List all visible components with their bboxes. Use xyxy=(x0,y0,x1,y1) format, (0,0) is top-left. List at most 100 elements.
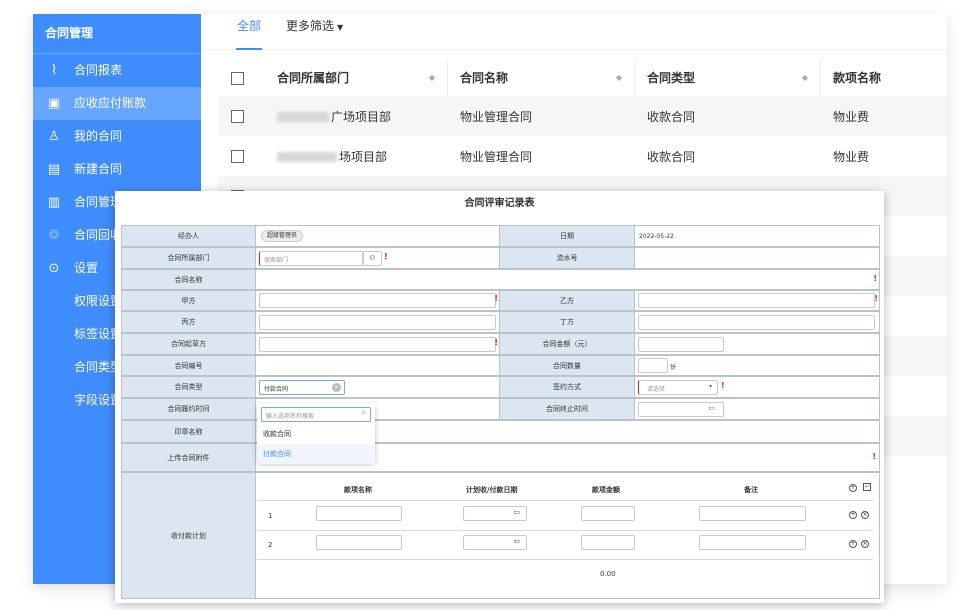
party-d-input[interactable] xyxy=(638,315,875,330)
select-all-checkbox[interactable] xyxy=(231,71,244,85)
redacted-text xyxy=(277,152,337,162)
plan-header-date: 计划收/付款日期 xyxy=(466,486,518,494)
plan-date-input[interactable]: ▭ xyxy=(463,535,527,550)
plan-item-input[interactable] xyxy=(316,535,402,550)
label-serial: 流水号 xyxy=(499,247,635,269)
plan-item-input[interactable] xyxy=(316,506,402,521)
sign-placeholder: 请选择 xyxy=(647,386,666,393)
plan-note-input[interactable] xyxy=(699,535,806,550)
label-attach: 上传合同附件 xyxy=(121,443,256,472)
label-quantity: 合同数量 xyxy=(499,355,635,376)
required-mark: ! xyxy=(874,294,878,303)
add-row-icon[interactable]: + xyxy=(849,483,857,492)
option-search-placeholder: 输入选项名称搜索 xyxy=(266,413,315,420)
plan-row-index: 2 xyxy=(268,541,273,549)
row-checkbox[interactable] xyxy=(231,109,244,123)
sidebar-item-new-contract[interactable]: ▤ 新建合同 xyxy=(33,153,201,186)
import-icon[interactable]: ↵ xyxy=(863,483,871,491)
required-mark: ! xyxy=(721,381,725,390)
value-sign-cell: 请选择 ▾ ! xyxy=(634,376,880,398)
clear-icon[interactable]: × xyxy=(332,383,341,392)
dropdown-option-selected[interactable]: 付款合同 xyxy=(257,444,375,464)
quantity-input[interactable] xyxy=(638,358,668,373)
recycle-bin-icon: ♲ xyxy=(48,228,60,243)
sort-icon[interactable]: ◆ xyxy=(802,60,808,96)
sidebar-item-report[interactable]: ⌇ 合同报表 xyxy=(33,54,201,87)
label-period: 合同履约时间 xyxy=(121,398,256,420)
divider xyxy=(257,559,873,560)
party-c-input[interactable] xyxy=(259,315,496,330)
sign-select[interactable]: 请选择 ▾ xyxy=(638,380,718,395)
header-name[interactable]: 合同名称 ◆ xyxy=(448,60,635,96)
plan-date-input[interactable]: ▭ xyxy=(463,506,527,521)
org-chart-icon[interactable]: ⚇ xyxy=(363,251,382,266)
label-dept: 合同所属部门 xyxy=(121,247,256,269)
label-amount: 合同金额（元） xyxy=(499,333,635,355)
plan-amount-input[interactable] xyxy=(581,506,635,521)
dept-search-input[interactable]: 搜索部门 xyxy=(259,251,363,266)
row-dept: 广场项目部 xyxy=(262,108,448,125)
row-item: 物业费 xyxy=(833,149,870,164)
header-dept[interactable]: 合同所属部门 ◆ xyxy=(262,60,448,96)
calendar-icon[interactable]: ▭ xyxy=(513,537,520,545)
label-end: 合同终止时间 xyxy=(499,398,635,420)
header-type[interactable]: 合同类型 ◆ xyxy=(635,60,821,96)
calendar-icon[interactable]: ▭ xyxy=(708,404,715,412)
sidebar-item-label: 应收应付账款 xyxy=(74,96,147,110)
value-name-cell[interactable]: ! xyxy=(255,269,880,290)
header-item: 款项名称 xyxy=(821,60,881,96)
tab-all[interactable]: 全部 xyxy=(236,14,263,50)
caret-down-icon: ▼ xyxy=(337,22,344,32)
row-item: 物业费 xyxy=(833,109,870,124)
sidebar-title: 合同管理 xyxy=(33,14,201,54)
party-b-input[interactable] xyxy=(638,293,875,308)
label-date: 日期 xyxy=(499,225,635,247)
header-item-label: 款项名称 xyxy=(833,71,882,85)
option-search-input[interactable]: 输入选项名称搜索 ⌕ xyxy=(261,407,371,422)
remove-row-icon[interactable]: × xyxy=(861,539,869,548)
sidebar-item-accounts[interactable]: ▣ 应收应付账款 xyxy=(33,87,201,120)
end-date-input[interactable]: ▭ xyxy=(638,402,724,417)
value-drafter-cell: ! xyxy=(255,333,500,355)
row-name: 物业管理合同 xyxy=(460,149,533,164)
row-name: 物业管理合同 xyxy=(460,109,533,124)
type-select[interactable]: 付款合同 × xyxy=(259,380,345,395)
value-date-cell: 2022-05-22 xyxy=(634,225,880,247)
sort-icon[interactable]: ◆ xyxy=(429,60,435,96)
table-header: 合同所属部门 ◆ 合同名称 ◆ 合同类型 ◆ 款项名称 xyxy=(218,60,947,96)
sidebar-item-my-contracts[interactable]: ♙ 我的合同 xyxy=(33,120,201,153)
chart-line-icon: ⌇ xyxy=(50,63,58,78)
type-selected-value: 付款合同 xyxy=(264,386,289,393)
label-type: 合同类型 xyxy=(121,376,256,398)
plan-note-input[interactable] xyxy=(699,506,806,521)
sort-icon[interactable]: ◆ xyxy=(616,60,622,96)
table-row[interactable]: 广场项目部 物业管理合同 收款合同 物业费 xyxy=(218,96,947,136)
label-name: 合同名称 xyxy=(121,269,256,290)
table-row[interactable]: 场项目部 物业管理合同 收款合同 物业费 xyxy=(218,136,947,176)
required-mark: ! xyxy=(384,252,388,261)
handler-tag[interactable]: 超级管理员 xyxy=(261,230,304,242)
row-type: 收款合同 xyxy=(647,149,696,164)
value-number-cell[interactable] xyxy=(255,355,500,376)
label-party-d: 丁方 xyxy=(499,311,635,333)
chevron-down-icon: ▾ xyxy=(708,383,712,390)
amount-input[interactable] xyxy=(638,337,724,352)
remove-row-icon[interactable]: × xyxy=(861,510,869,519)
value-dept-cell: 搜索部门 ⚇ ! xyxy=(255,247,500,269)
tab-more-filters[interactable]: 更多筛选 ▼ xyxy=(286,14,343,50)
contract-review-form: 合同评审记录表 经办人 超级管理员 日期 2022-05-22 合同所属部门 搜… xyxy=(115,191,884,603)
plan-header-amount: 款项金额 xyxy=(592,486,620,494)
party-a-input[interactable] xyxy=(259,293,496,308)
label-party-a: 甲方 xyxy=(121,290,256,311)
add-row-icon[interactable]: + xyxy=(849,539,857,548)
value-handler-cell: 超级管理员 xyxy=(255,225,500,247)
calendar-icon[interactable]: ▭ xyxy=(513,508,520,516)
row-checkbox[interactable] xyxy=(231,149,244,163)
add-row-icon[interactable]: + xyxy=(849,510,857,519)
row-dept-label: 广场项目部 xyxy=(331,109,392,124)
header-type-label: 合同类型 xyxy=(647,71,696,85)
plan-amount-input[interactable] xyxy=(581,535,635,550)
dropdown-option[interactable]: 收款合同 xyxy=(257,424,375,444)
drafter-input[interactable] xyxy=(259,337,496,352)
label-handler: 经办人 xyxy=(121,225,256,247)
